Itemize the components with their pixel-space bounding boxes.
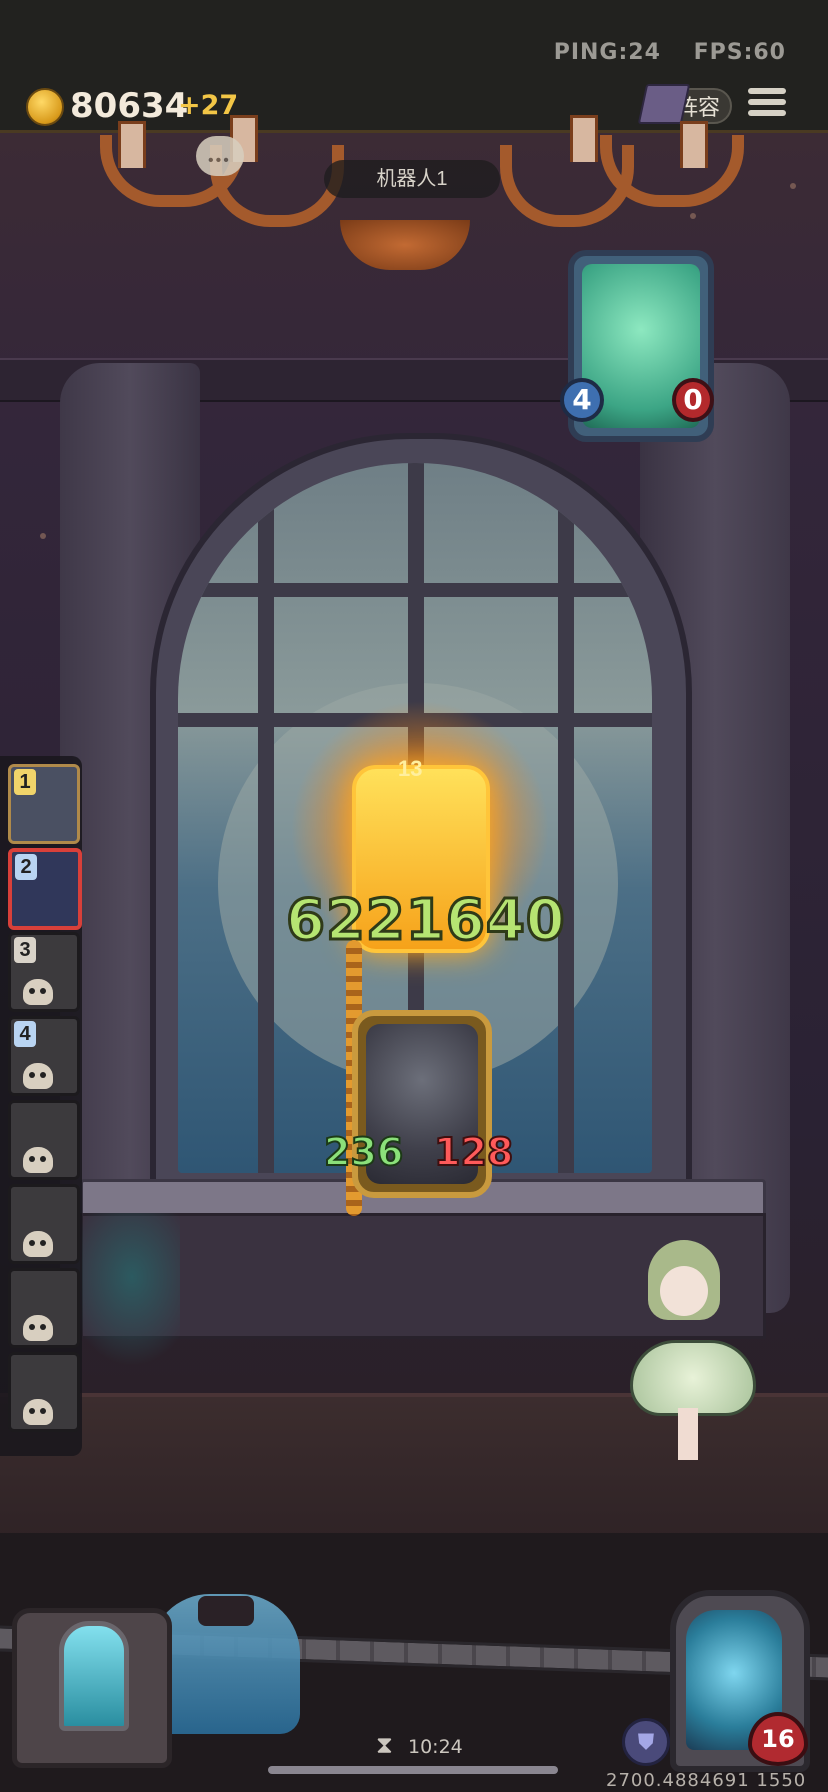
shield-icon[interactable]: ⛊ — [622, 1718, 670, 1766]
ping-text: PING:24 — [553, 40, 661, 65]
window-mullion — [558, 463, 574, 1173]
book-icon[interactable] — [637, 84, 691, 124]
roster-item[interactable]: 2 — [8, 848, 82, 930]
skull-icon — [23, 1147, 53, 1173]
roster-item[interactable] — [8, 1184, 80, 1264]
hero-character — [620, 1240, 760, 1460]
player-card-attack: 236 — [323, 1129, 404, 1175]
opponent-card-attack: 4 — [560, 378, 604, 422]
player-card-health: 128 — [433, 1129, 514, 1175]
roster-item[interactable]: 4 — [8, 1016, 80, 1096]
roster-item[interactable] — [8, 1352, 80, 1432]
skull-icon — [23, 1399, 53, 1425]
player-roster: 1 2 3 4 — [0, 756, 82, 1456]
opponent-card-health: 0 — [672, 378, 714, 422]
skull-icon — [23, 1231, 53, 1257]
menu-icon[interactable] — [748, 88, 786, 124]
coin-icon — [26, 88, 64, 126]
rank-badge: 2 — [15, 854, 37, 880]
rank-badge: 3 — [14, 937, 36, 963]
window-mullion — [258, 463, 274, 1173]
potion-cork — [198, 1596, 254, 1626]
chat-icon[interactable]: ••• — [196, 136, 244, 176]
roster-item[interactable] — [8, 1100, 80, 1180]
window-mullion — [178, 583, 652, 597]
skull-icon — [23, 1063, 53, 1089]
network-stats: PING:24 FPS:60 — [530, 40, 786, 65]
damage-number: 6221640 — [285, 887, 567, 955]
hourglass-icon: ⧗ — [376, 1732, 393, 1759]
chandelier — [100, 115, 744, 227]
roster-item[interactable] — [8, 1268, 80, 1348]
roster-item[interactable]: 1 — [8, 764, 80, 844]
coin-count: 80634 — [70, 86, 189, 126]
chest-window — [59, 1621, 129, 1731]
skull-icon — [23, 1315, 53, 1341]
opponent-name: 机器人1 — [324, 160, 500, 198]
rank-badge: 4 — [14, 1021, 36, 1047]
home-indicator[interactable] — [268, 1766, 558, 1774]
debug-readout: 2700.4884691 1550 — [606, 1770, 807, 1791]
glow-card-value: 13 — [398, 756, 423, 781]
rank-badge: 1 — [14, 769, 36, 795]
roster-item[interactable]: 3 — [8, 932, 80, 1012]
fps-text: FPS:60 — [693, 40, 786, 65]
round-timer: 10:24 — [408, 1736, 463, 1758]
card-chest[interactable] — [12, 1608, 172, 1768]
skull-icon — [23, 979, 53, 1005]
